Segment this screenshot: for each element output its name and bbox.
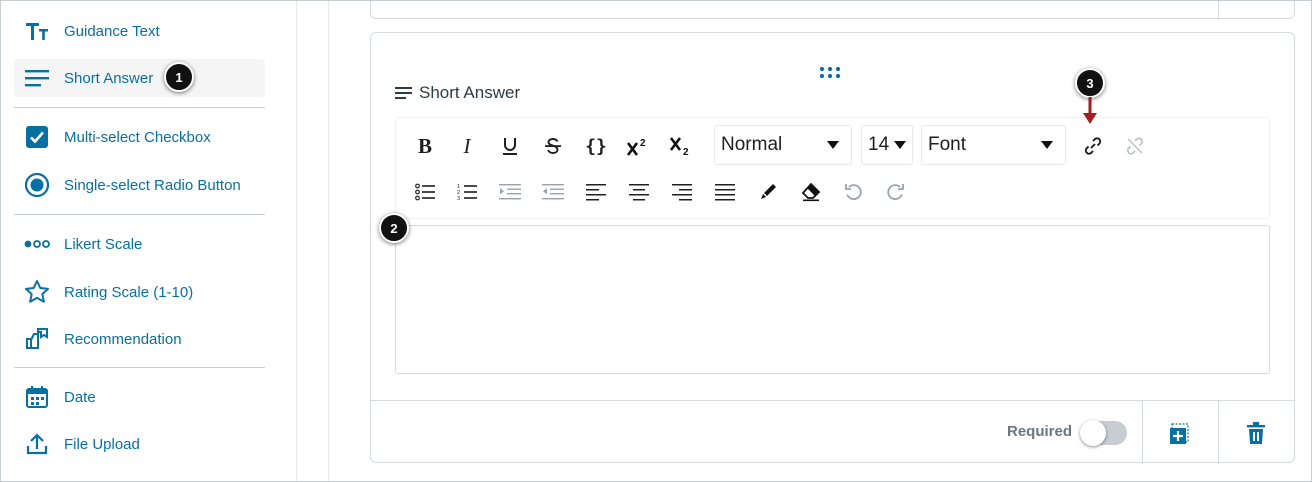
sidebar-item-rating-scale[interactable]: Rating Scale (1-10) <box>14 273 265 311</box>
undo-icon[interactable] <box>837 176 869 208</box>
calendar-icon <box>24 384 50 410</box>
likert-dots-icon <box>24 231 50 257</box>
align-justify-icon[interactable] <box>709 176 741 208</box>
delete-question-icon[interactable] <box>1242 419 1270 447</box>
font-family-value: Font <box>928 134 967 155</box>
sidebar-item-label: Recommendation <box>64 330 182 348</box>
code-block-icon[interactable]: {} <box>580 130 612 162</box>
short-answer-icon <box>24 65 50 91</box>
required-toggle[interactable] <box>1080 420 1127 446</box>
align-right-icon[interactable] <box>666 176 698 208</box>
numbered-list-icon[interactable]: 123 <box>451 176 483 208</box>
chevron-down-icon <box>1041 141 1053 149</box>
toggle-knob <box>1080 420 1106 446</box>
bold-icon[interactable]: B <box>409 130 441 162</box>
chevron-down-icon <box>827 141 839 149</box>
footer-divider <box>1142 401 1143 464</box>
indent-icon[interactable] <box>494 176 526 208</box>
sidebar-item-multi-select-checkbox[interactable]: Multi-select Checkbox <box>14 118 265 156</box>
svg-text:2: 2 <box>640 138 646 149</box>
callout-badge-1: 1 <box>164 62 194 92</box>
outdent-icon[interactable] <box>537 176 569 208</box>
short-answer-question-card: Short Answer B I {} 2 2 Normal 14 Font 1… <box>370 32 1295 464</box>
question-type-label: Short Answer <box>395 83 520 103</box>
short-answer-icon <box>395 86 413 100</box>
card-divider <box>1218 1 1219 20</box>
recommendation-icon <box>24 326 50 352</box>
font-family-select[interactable]: Font <box>921 125 1066 165</box>
superscript-icon[interactable]: 2 <box>623 130 655 162</box>
bulleted-list-icon[interactable] <box>409 176 441 208</box>
paragraph-format-select[interactable]: Normal <box>714 125 852 165</box>
rich-text-toolbar: B I {} 2 2 Normal 14 Font 1 2 3 <box>395 117 1270 219</box>
screenshot-frame: Guidance Text Short Answer Multi-select … <box>0 0 1312 482</box>
content-gutter-line <box>328 1 329 481</box>
question-type-sidebar: Guidance Text Short Answer Multi-select … <box>1 1 297 481</box>
radio-button-icon <box>24 172 50 198</box>
sidebar-item-label: Single-select Radio Button <box>64 176 241 194</box>
sidebar-item-label: Multi-select Checkbox <box>64 128 211 146</box>
question-type-text: Short Answer <box>419 83 521 102</box>
sidebar-divider <box>14 107 265 108</box>
text-color-icon[interactable] <box>752 176 784 208</box>
text-size-icon <box>24 18 50 44</box>
svg-text:3: 3 <box>457 196 460 201</box>
upload-icon <box>24 431 50 457</box>
checkbox-icon <box>24 124 50 150</box>
sidebar-item-likert-scale[interactable]: Likert Scale <box>14 225 265 263</box>
answer-editor-area[interactable] <box>395 225 1270 374</box>
callout-badge-3: 3 <box>1075 68 1105 98</box>
subscript-icon[interactable]: 2 <box>666 130 698 162</box>
align-left-icon[interactable] <box>580 176 612 208</box>
redo-icon[interactable] <box>880 176 912 208</box>
font-size-value: 14 <box>868 134 890 155</box>
sidebar-divider <box>14 367 265 368</box>
sidebar-item-label: Short Answer <box>64 69 154 87</box>
sidebar-item-label: Rating Scale (1-10) <box>64 283 194 301</box>
align-center-icon[interactable] <box>623 176 655 208</box>
paragraph-format-value: Normal <box>721 134 783 155</box>
question-card-footer: Required <box>371 400 1294 464</box>
star-icon <box>24 279 50 305</box>
sidebar-item-label: File Upload <box>64 435 140 453</box>
sidebar-item-label: Date <box>64 388 96 406</box>
sidebar-item-file-upload[interactable]: File Upload <box>14 425 265 463</box>
sidebar-divider <box>14 214 265 215</box>
drag-handle-icon[interactable] <box>818 65 842 83</box>
callout-arrow-icon <box>1083 97 1097 124</box>
sidebar-item-label: Guidance Text <box>64 22 160 40</box>
sidebar-item-date[interactable]: Date <box>14 378 265 416</box>
remove-link-icon[interactable] <box>1119 130 1151 162</box>
svg-text:2: 2 <box>683 147 689 157</box>
footer-divider <box>1218 401 1219 464</box>
font-size-select[interactable]: 14 <box>861 125 913 165</box>
previous-question-card <box>370 1 1295 20</box>
insert-link-icon[interactable] <box>1077 130 1109 162</box>
chevron-down-icon <box>894 141 906 149</box>
callout-badge-2: 2 <box>379 213 409 243</box>
strikethrough-icon[interactable] <box>537 130 569 162</box>
required-label: Required <box>1007 423 1073 440</box>
sidebar-item-recommendation[interactable]: Recommendation <box>14 320 265 358</box>
italic-icon[interactable]: I <box>451 130 483 162</box>
sidebar-item-short-answer[interactable]: Short Answer <box>14 59 265 97</box>
duplicate-question-icon[interactable] <box>1166 419 1194 447</box>
sidebar-item-guidance-text[interactable]: Guidance Text <box>14 12 265 50</box>
clear-formatting-icon[interactable] <box>795 176 827 208</box>
sidebar-item-label: Likert Scale <box>64 235 143 253</box>
sidebar-item-single-select-radio[interactable]: Single-select Radio Button <box>14 166 265 204</box>
underline-icon[interactable] <box>494 130 526 162</box>
